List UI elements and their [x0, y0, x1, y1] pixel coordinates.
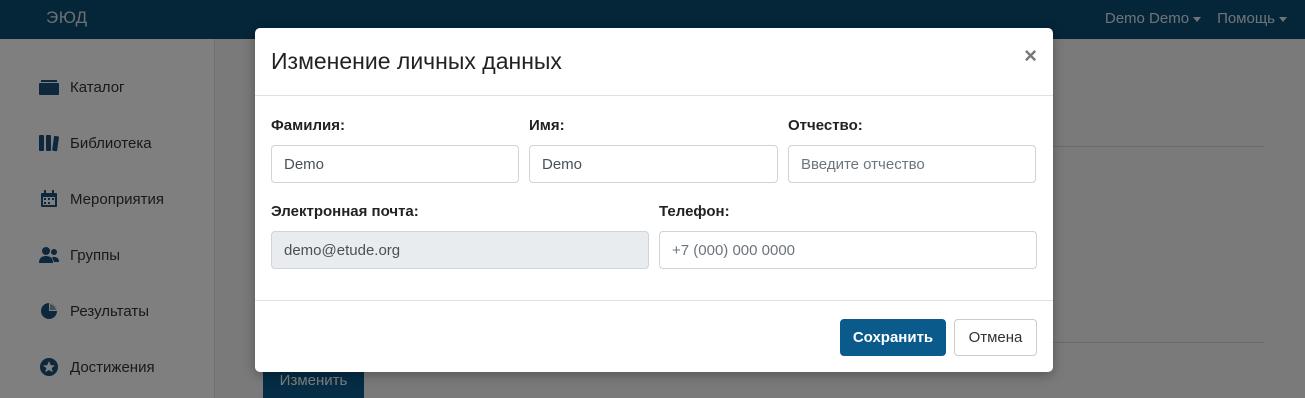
cancel-button[interactable]: Отмена	[954, 319, 1037, 356]
phone-label: Телефон:	[659, 203, 730, 220]
middle-name-label: Отчество:	[788, 117, 863, 134]
email-field[interactable]	[271, 231, 649, 269]
first-name-label: Имя:	[529, 117, 565, 134]
last-name-input[interactable]	[271, 145, 519, 183]
email-label: Электронная почта:	[271, 203, 419, 220]
first-name-input[interactable]	[529, 145, 778, 183]
modal-title: Изменение личных данных	[271, 48, 562, 74]
phone-input[interactable]	[659, 231, 1037, 269]
middle-name-input[interactable]	[788, 145, 1036, 183]
edit-personal-data-modal: Изменение личных данных × Фамилия: Имя: …	[255, 28, 1053, 372]
last-name-label: Фамилия:	[271, 117, 345, 134]
modal-footer: Сохранить Отмена	[255, 300, 1053, 372]
close-icon[interactable]: ×	[1024, 45, 1037, 67]
save-button[interactable]: Сохранить	[840, 319, 946, 356]
modal-header: Изменение личных данных ×	[255, 28, 1053, 96]
